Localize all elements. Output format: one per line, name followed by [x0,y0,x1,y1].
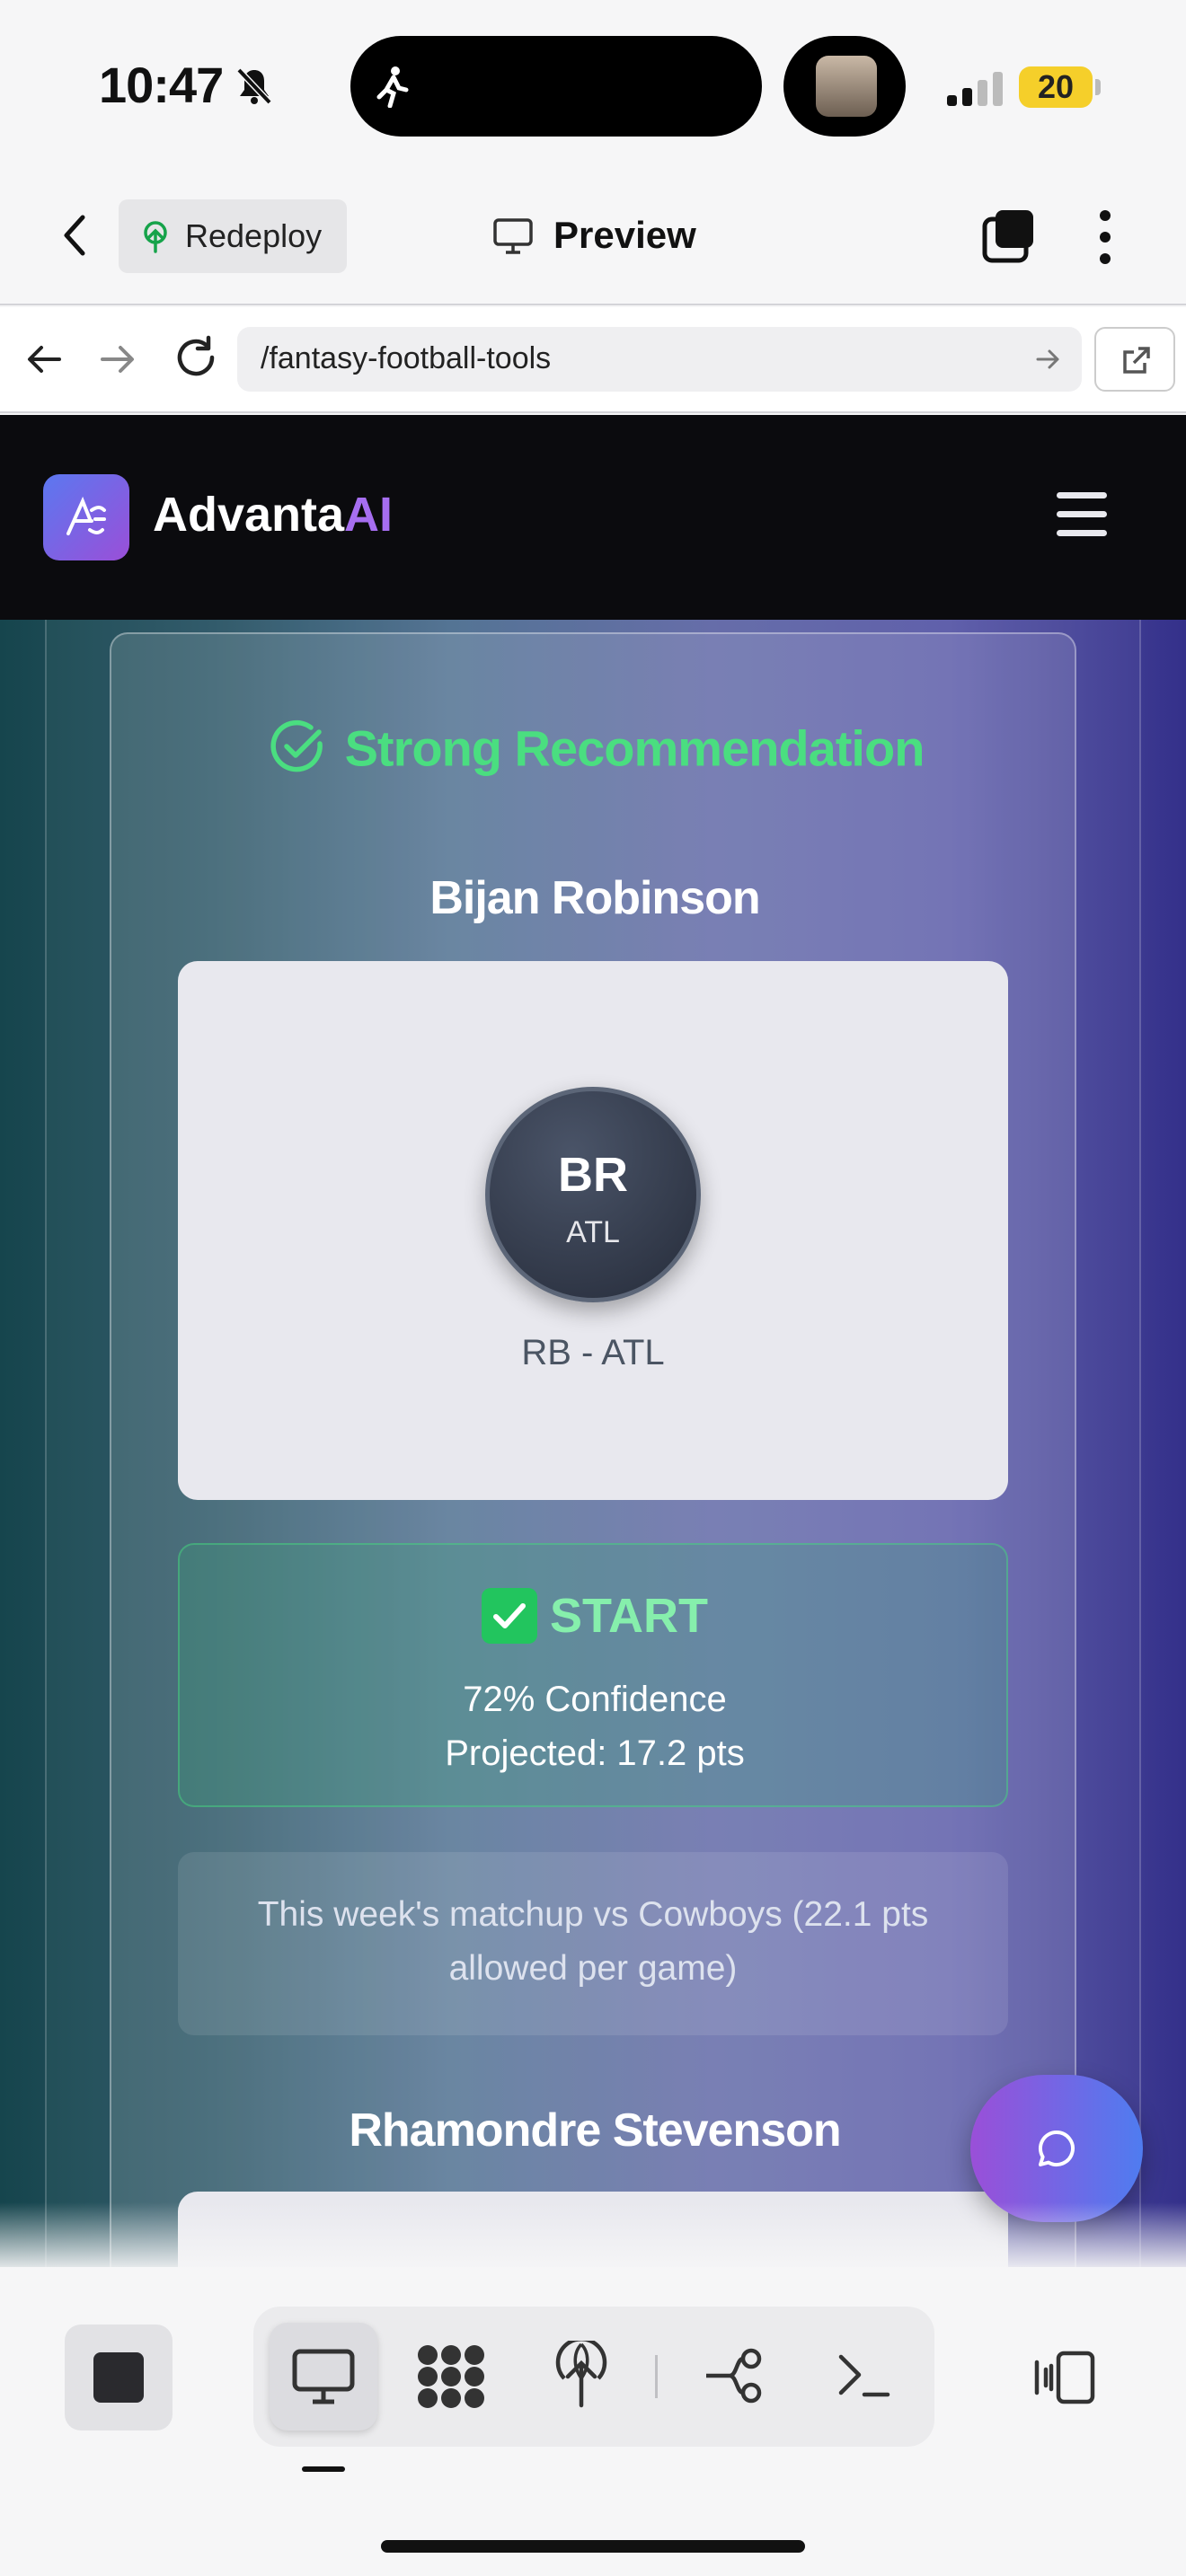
redeploy-label: Redeploy [185,217,323,254]
player-position-team: RB - ATL [521,1333,665,1372]
toolbar-divider [655,2355,658,2398]
battery-indicator: 20 [1019,66,1093,108]
tabs-button[interactable] [981,208,1037,264]
recommendation-card: Strong Recommendation Bijan Robinson BR … [110,632,1076,2267]
chat-bubble-icon [1038,2130,1075,2166]
matchup-note-text: This week's matchup vs Cowboys (22.1 pts… [257,1895,929,1988]
verdict-box: START 72% Confidence Projected: 17.2 pts [178,1543,1008,1807]
reload-icon [177,335,215,376]
check-mark-icon [482,1588,537,1644]
battery-tip [1095,79,1101,95]
recommendation-title: Strong Recommendation [344,719,925,777]
chevron-left-icon [64,215,85,256]
panel-icon[interactable] [1033,2350,1098,2405]
dynamic-island [350,36,762,137]
now-playing-thumbnail [816,56,877,117]
browser-forward-button[interactable] [97,339,138,384]
player-name: Bijan Robinson [429,872,760,924]
redeploy-icon [144,221,167,253]
desktop-icon [292,2349,355,2404]
player-avatar: BR ATL [485,1087,701,1302]
status-time: 10:47 [99,57,224,113]
url-input[interactable]: /fantasy-football-tools [237,327,1082,392]
check-circle-icon [270,719,323,772]
verdict-label: START [550,1589,708,1643]
viewport-fade [0,2202,1186,2267]
browser-back-button[interactable] [23,339,65,384]
brand-name-main: Advanta [153,488,345,542]
site-navbar: AdvantaAI [0,415,1186,620]
stop-icon [93,2352,144,2403]
more-vertical-icon [1100,210,1111,264]
player-initials: BR [558,1148,628,1202]
status-bar: 10:47 20 [0,0,1186,171]
reload-button[interactable] [173,334,219,385]
deploy-icon[interactable] [552,2341,611,2409]
verdict-line: START [180,1588,1010,1644]
external-link-icon [1123,347,1150,374]
apps-icon[interactable] [415,2342,487,2411]
monitor-icon [493,218,533,254]
back-button[interactable] [54,208,99,262]
more-options-button[interactable] [1087,208,1123,266]
projected-points: Projected: 17.2 pts [445,1734,745,1773]
confidence-text: 72% Confidence [463,1680,727,1719]
arrow-left-icon [28,346,61,373]
matchup-note: This week's matchup vs Cowboys (22.1 pts… [178,1852,1008,2035]
redeploy-button[interactable]: Redeploy [119,199,347,273]
preview-label: Preview [553,214,696,256]
active-view-indicator [302,2466,345,2472]
terminal-icon[interactable] [836,2350,891,2400]
arrow-right-icon [101,346,134,373]
brand-logo-icon[interactable] [43,474,129,560]
player-card: BR ATL RB - ATL [178,961,1008,1500]
url-text: /fantasy-football-tools [261,341,552,375]
home-indicator [381,2540,805,2553]
chat-button[interactable] [970,2075,1143,2222]
player-team: ATL [566,1215,620,1249]
open-external-button[interactable] [1094,327,1175,392]
signal-icon [945,70,1005,110]
stop-button[interactable] [65,2325,173,2430]
tabs-icon [982,210,1033,263]
walking-icon [376,66,409,108]
go-arrow-icon [1036,349,1059,369]
next-player-name: Rhamondre Stevenson [349,2104,841,2157]
git-branch-icon[interactable] [703,2346,767,2405]
site-preview: AdvantaAI Strong Recommendation Bijan Ro… [0,415,1186,2267]
brand-name-accent: AI [344,488,394,542]
recommendation-header: Strong Recommendation [111,717,1078,780]
brand-name[interactable]: AdvantaAI [153,487,393,543]
menu-button[interactable] [1057,492,1107,537]
bell-muted-icon [232,66,277,110]
